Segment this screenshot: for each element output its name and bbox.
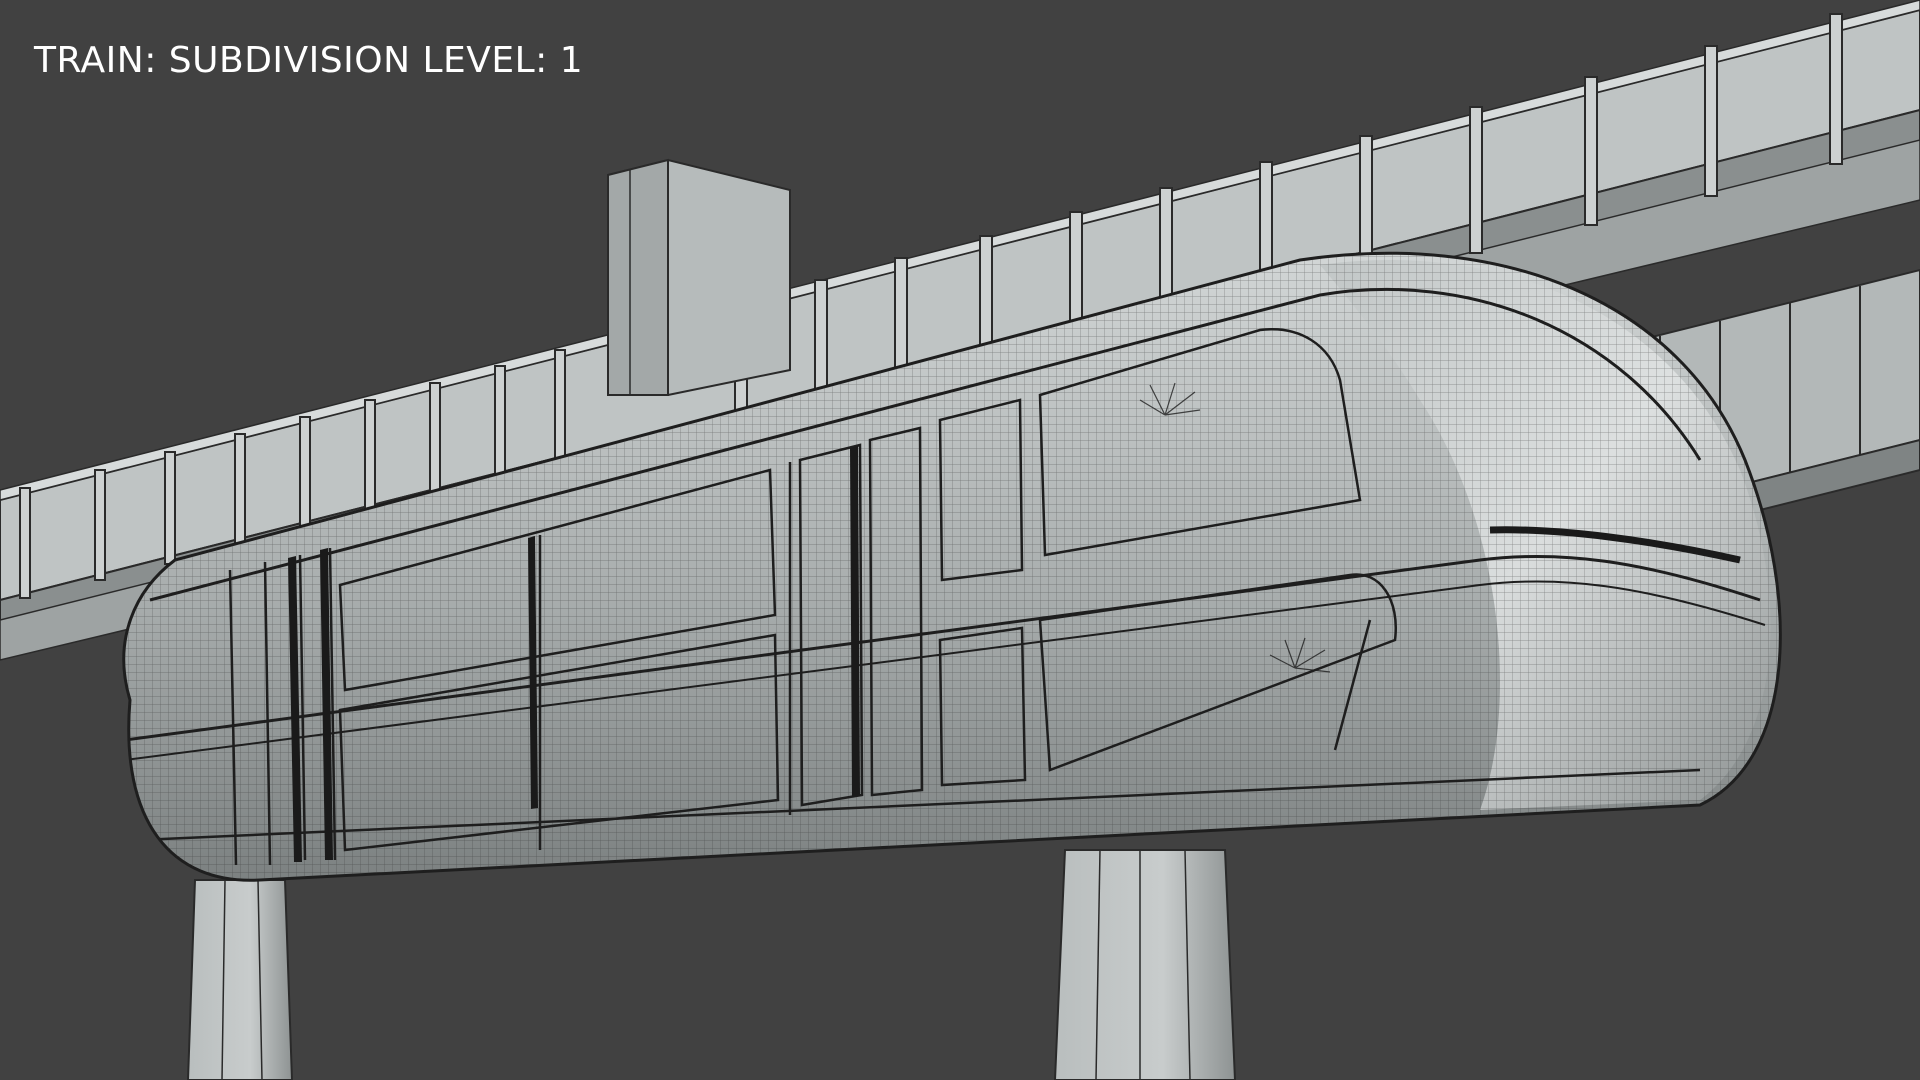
- support-pillar-right: [1053, 849, 1237, 1080]
- support-pillar-left: [186, 879, 294, 1080]
- monorail-scene: [0, 0, 1920, 1080]
- render-caption: TRAIN: SUBDIVISION LEVEL: 1: [34, 40, 584, 81]
- render-viewport: TRAIN: SUBDIVISION LEVEL: 1: [0, 0, 1920, 1080]
